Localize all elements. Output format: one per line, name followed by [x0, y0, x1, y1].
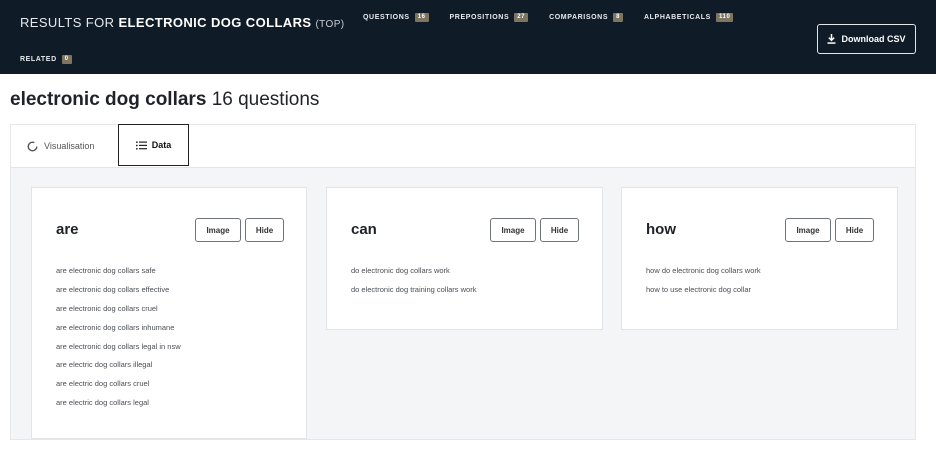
tab-data[interactable]: Data [118, 124, 189, 166]
category-nav: QUESTIONS 16 PREPOSITIONS 27 COMPARISONS… [363, 13, 751, 22]
download-icon [827, 34, 836, 44]
list-item[interactable]: are electric dog collars illegal [56, 360, 181, 379]
nav-prepositions[interactable]: PREPOSITIONS 27 [450, 13, 529, 22]
question-list: how do electronic dog collars work how t… [646, 266, 761, 304]
nav-related-label: RELATED [20, 56, 57, 63]
view-tab-bar: Visualisation Data [11, 124, 915, 168]
nav-comparisons[interactable]: COMPARISONS 8 [549, 13, 624, 22]
nav-alphabeticals-label: ALPHABETICALS [644, 14, 711, 21]
nav-prepositions-label: PREPOSITIONS [449, 14, 510, 21]
nav-comparisons-label: COMPARISONS [549, 14, 609, 21]
list-item[interactable]: how to use electronic dog collar [646, 285, 761, 304]
list-item[interactable]: are electronic dog collars effective [56, 285, 181, 304]
hide-button[interactable]: Hide [540, 218, 579, 242]
list-item[interactable]: are electronic dog collars inhumane [56, 323, 181, 342]
hide-button[interactable]: Hide [245, 218, 284, 242]
nav-questions-label: QUESTIONS [363, 14, 410, 21]
top-header-bar: RESULTS FOR ELECTRONIC DOG COLLARS (TOP)… [0, 0, 936, 74]
image-button[interactable]: Image [490, 218, 536, 242]
tab-data-label: Data [151, 140, 172, 150]
image-button[interactable]: Image [785, 218, 831, 242]
list-item[interactable]: how do electronic dog collars work [646, 266, 761, 285]
results-mode: (TOP) [315, 19, 345, 30]
loading-circle-icon [27, 140, 38, 152]
card-title: are [56, 221, 79, 238]
page-title-keyword: electronic dog collars [10, 89, 207, 110]
page-title-count: 16 questions [211, 89, 320, 110]
nav-related[interactable]: RELATED 0 [20, 55, 72, 64]
list-item[interactable]: are electric dog collars cruel [56, 379, 181, 398]
question-card-how: how Image Hide how do electronic dog col… [621, 187, 898, 330]
results-panel: Visualisation Data are Image Hide are el… [10, 124, 916, 440]
image-button[interactable]: Image [195, 218, 241, 242]
page-title: electronic dog collars 16 questions [10, 89, 319, 111]
question-list: are electronic dog collars safe are elec… [56, 266, 181, 417]
results-heading: RESULTS FOR ELECTRONIC DOG COLLARS (TOP) [20, 15, 345, 30]
nav-related-count: 0 [61, 55, 72, 64]
question-list: do electronic dog collars work do electr… [351, 266, 476, 304]
list-item[interactable]: are electronic dog collars cruel [56, 304, 181, 323]
list-icon [135, 141, 147, 149]
download-csv-button[interactable]: Download CSV [817, 24, 916, 54]
list-item[interactable]: are electric dog collars legal [56, 398, 181, 417]
card-title: can [351, 221, 377, 238]
hide-button[interactable]: Hide [835, 218, 874, 242]
nav-questions-count: 16 [414, 13, 429, 22]
list-item[interactable]: are electronic dog collars legal in nsw [56, 342, 181, 361]
tab-visualisation[interactable]: Visualisation [27, 125, 94, 167]
results-prefix: RESULTS FOR [20, 15, 115, 30]
question-card-are: are Image Hide are electronic dog collar… [31, 187, 307, 439]
nav-prepositions-count: 27 [514, 13, 529, 22]
list-item[interactable]: do electronic dog collars work [351, 266, 476, 285]
results-keyword: ELECTRONIC DOG COLLARS [118, 15, 312, 30]
list-item[interactable]: do electronic dog training collars work [351, 285, 476, 304]
tab-visualisation-label: Visualisation [44, 141, 95, 151]
nav-alphabeticals[interactable]: ALPHABETICALS 110 [644, 13, 734, 22]
nav-questions[interactable]: QUESTIONS 16 [363, 13, 429, 22]
nav-comparisons-count: 8 [613, 13, 624, 22]
question-card-can: can Image Hide do electronic dog collars… [326, 187, 603, 330]
nav-alphabeticals-count: 110 [715, 13, 734, 22]
card-title: how [646, 221, 676, 238]
download-csv-label: Download CSV [841, 34, 906, 44]
list-item[interactable]: are electronic dog collars safe [56, 266, 181, 285]
